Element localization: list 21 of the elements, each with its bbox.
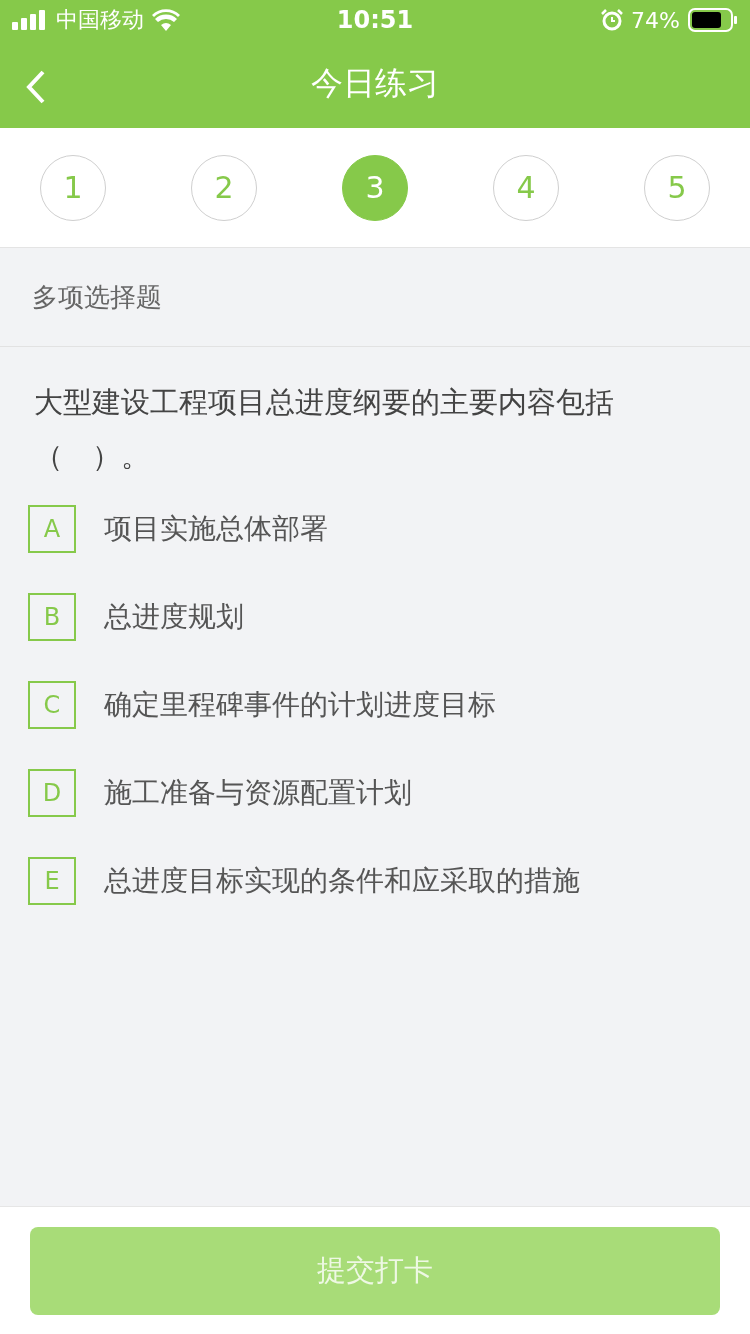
answer-option[interactable]: C 确定里程碑事件的计划进度目标 (28, 681, 722, 729)
question-type: 多项选择题 (32, 280, 162, 314)
answer-option[interactable]: B 总进度规划 (28, 593, 722, 641)
question-text: 大型建设工程项目总进度纲要的主要内容包括（ ）。 (33, 384, 615, 475)
wifi-icon (152, 9, 180, 31)
answer-option[interactable]: A 项目实施总体部署 (28, 505, 722, 553)
question-number-tab[interactable]: 1 (40, 154, 106, 221)
question-number-tab[interactable]: 2 (191, 154, 257, 221)
page-title: 今日练习 (311, 63, 439, 104)
answer-option[interactable]: D 施工准备与资源配置计划 (28, 769, 722, 817)
battery-icon (688, 8, 738, 32)
battery-percent: 74% (631, 7, 680, 33)
carrier-name: 中国移动 (56, 6, 144, 34)
question-number-tab[interactable]: 4 (493, 154, 559, 221)
signal-icon (12, 10, 48, 30)
question-number-tab[interactable]: 3 (342, 154, 408, 221)
question-number-tab[interactable]: 5 (644, 154, 710, 221)
alarm-icon (601, 9, 624, 31)
answer-option[interactable]: E 总进度目标实现的条件和应采取的措施 (28, 857, 722, 905)
clock-time: 10:51 (336, 6, 414, 34)
back-icon (26, 70, 46, 104)
